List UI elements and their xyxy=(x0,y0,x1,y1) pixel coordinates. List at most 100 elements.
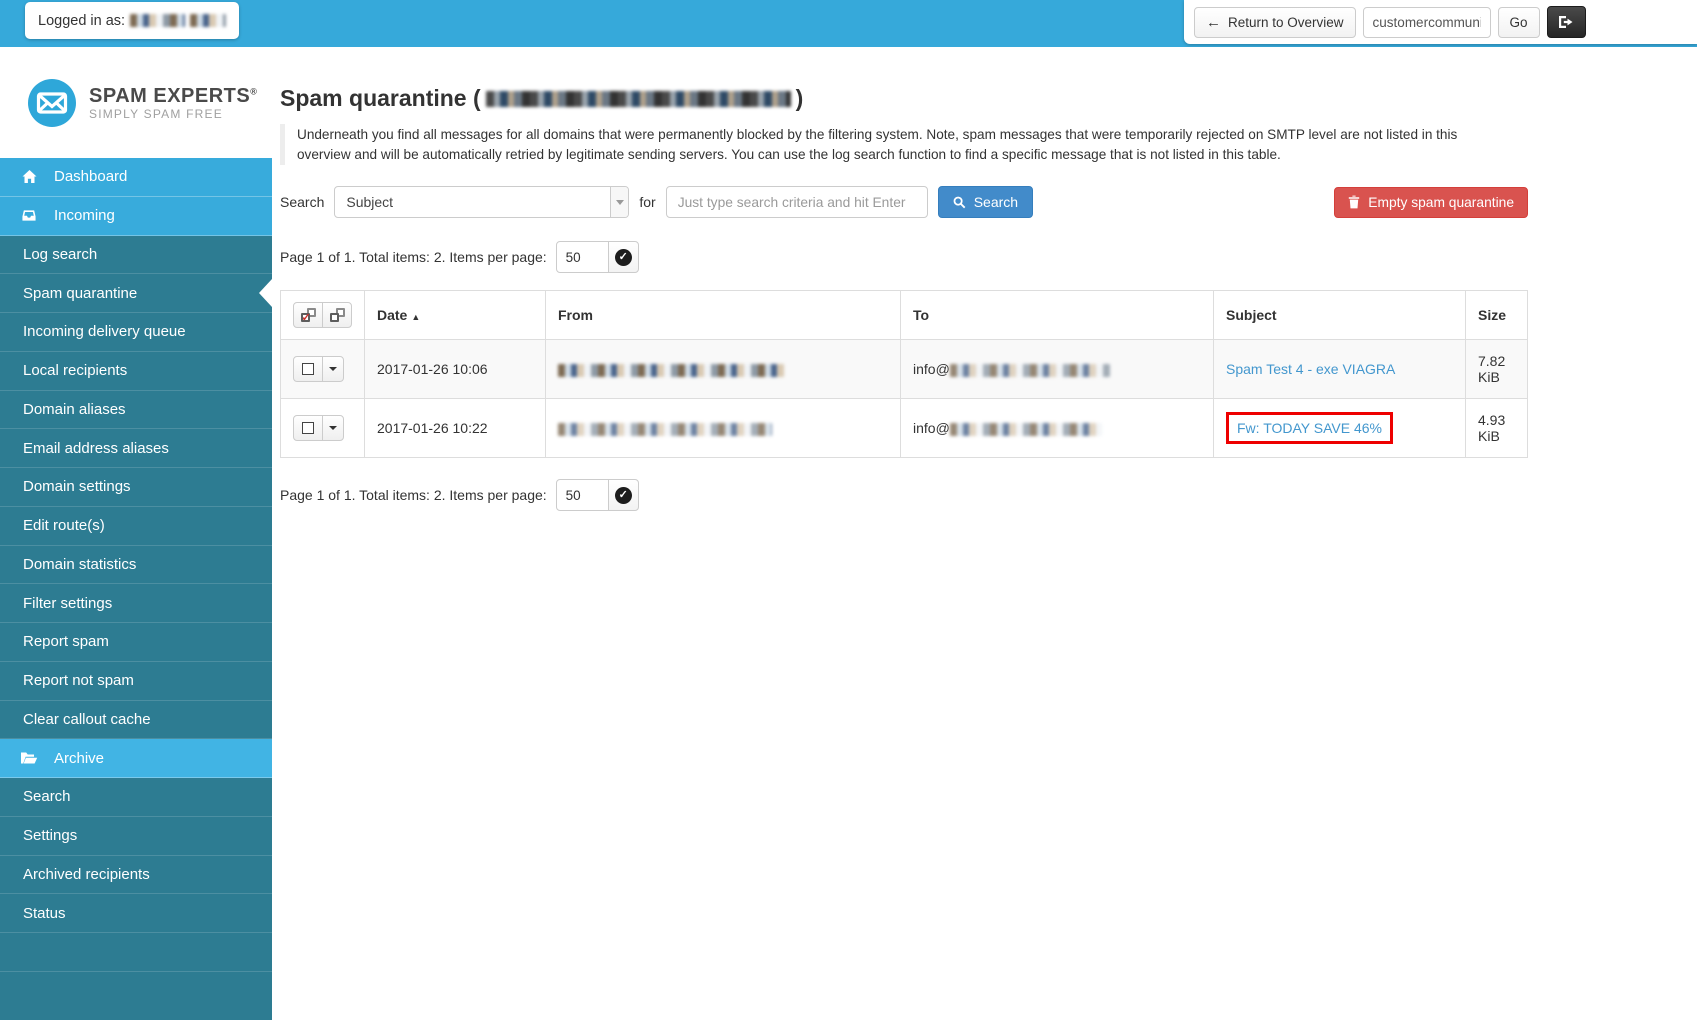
sidebar-item-domain-settings[interactable]: Domain settings xyxy=(0,468,272,507)
deselect-all-button[interactable] xyxy=(322,302,352,329)
subject-cell: Spam Test 4 - exe VIAGRA xyxy=(1213,339,1466,400)
active-item-notch xyxy=(259,279,272,307)
return-to-overview-button[interactable]: ← Return to Overview xyxy=(1194,6,1356,38)
sidebar-item-label: Report not spam xyxy=(23,672,134,690)
sidebar-item-label: Status xyxy=(23,904,66,922)
sidebar-item-label: Dashboard xyxy=(54,168,128,186)
brand-tagline: SIMPLY SPAM FREE xyxy=(89,106,223,121)
sidebar-item-incoming-delivery-queue[interactable]: Incoming delivery queue xyxy=(0,313,272,352)
sidebar-item-archive[interactable]: Archive xyxy=(0,739,272,778)
logout-icon xyxy=(1557,14,1575,30)
column-header-to[interactable]: To xyxy=(900,290,1214,341)
for-label: for xyxy=(639,194,656,211)
search-button[interactable]: Search xyxy=(937,186,1034,219)
chevron-down-icon xyxy=(610,187,629,218)
column-header-subject[interactable]: Subject xyxy=(1213,290,1466,341)
top-bar: Logged in as: ← Return to Overview Go xyxy=(0,0,1697,47)
redacted-to-address xyxy=(949,423,1102,437)
row-actions-dropdown[interactable] xyxy=(322,356,344,383)
search-toolbar: Search Subject for Search Empty spam qua… xyxy=(280,186,1528,219)
brand-name: SPAM EXPERTS® xyxy=(89,84,258,107)
column-header-date[interactable]: Date ▲ xyxy=(364,290,546,341)
column-header-size[interactable]: Size xyxy=(1465,290,1528,341)
select-all-button[interactable]: ✓ xyxy=(293,302,323,329)
per-page-input[interactable] xyxy=(555,241,609,274)
sidebar-item-domain-statistics[interactable]: Domain statistics xyxy=(0,546,272,585)
sidebar-item-label: Filter settings xyxy=(23,594,113,612)
domain-jump-input[interactable] xyxy=(1362,6,1491,38)
sidebar-item-clear-callout-cache[interactable]: Clear callout cache xyxy=(0,701,272,740)
sidebar-item-domain-aliases[interactable]: Domain aliases xyxy=(0,391,272,430)
search-button-label: Search xyxy=(973,194,1019,211)
row-checkbox-button[interactable] xyxy=(293,415,323,442)
sidebar-item-label: Incoming delivery queue xyxy=(23,323,186,341)
folder-open-icon xyxy=(19,751,39,765)
sidebar-item-spam-quarantine[interactable]: Spam quarantine xyxy=(0,274,272,313)
to-cell: info@ xyxy=(900,339,1214,400)
sidebar-item-status[interactable]: Status xyxy=(0,894,272,933)
subject-link[interactable]: Fw: TODAY SAVE 46% xyxy=(1237,420,1382,436)
per-page-input[interactable] xyxy=(555,479,609,512)
sidebar-item-incoming[interactable]: Incoming xyxy=(0,196,272,236)
per-page-apply-button[interactable]: ✓ xyxy=(607,241,639,274)
empty-spam-quarantine-button[interactable]: Empty spam quarantine xyxy=(1334,186,1528,218)
subject-link[interactable]: Spam Test 4 - exe VIAGRA xyxy=(1226,361,1395,377)
to-prefix: info@ xyxy=(913,361,950,378)
sidebar-item-email-address-aliases[interactable]: Email address aliases xyxy=(0,429,272,468)
page-title-text: Spam quarantine ( xyxy=(280,85,481,111)
page-title-close: ) xyxy=(795,85,804,111)
logged-in-box: Logged in as: xyxy=(25,2,240,39)
sidebar-item-label: Archive xyxy=(54,749,105,767)
sidebar-item-archive-settings[interactable]: Settings xyxy=(0,817,272,856)
redacted-domain-name xyxy=(485,90,791,107)
sidebar-item-label: Incoming xyxy=(54,207,115,225)
return-to-overview-label: Return to Overview xyxy=(1228,14,1344,30)
select-column-header: ✓ xyxy=(280,290,365,341)
row-actions-dropdown[interactable] xyxy=(322,415,344,442)
table-row: 2017-01-26 10:06 info@ Spam Test 4 - exe… xyxy=(280,339,1528,400)
sidebar-item-label: Domain statistics xyxy=(23,555,137,573)
sidebar-item-label: Clear callout cache xyxy=(23,710,151,728)
sidebar-item-local-recipients[interactable]: Local recipients xyxy=(0,352,272,391)
arrow-left-icon: ← xyxy=(1206,13,1221,31)
sidebar-filler-row xyxy=(0,933,272,972)
sidebar: SPAM EXPERTS® SIMPLY SPAM FREE Dashboard… xyxy=(0,47,272,1020)
registered-mark: ® xyxy=(250,85,258,96)
sidebar-item-archived-recipients[interactable]: Archived recipients xyxy=(0,856,272,895)
redacted-username-domain xyxy=(190,14,227,27)
sidebar-item-archive-search[interactable]: Search xyxy=(0,778,272,817)
sidebar-item-label: Edit route(s) xyxy=(23,517,105,535)
go-button[interactable]: Go xyxy=(1497,6,1540,38)
sidebar-item-report-not-spam[interactable]: Report not spam xyxy=(0,662,272,701)
table-header-row: ✓ Date ▲ From To Subject Size xyxy=(280,290,1528,341)
deselect-all-icon xyxy=(329,308,345,323)
from-cell xyxy=(545,339,901,400)
caret-down-icon xyxy=(329,426,337,431)
redacted-to-address xyxy=(949,364,1110,378)
sidebar-item-report-spam[interactable]: Report spam xyxy=(0,623,272,662)
search-field-select[interactable]: Subject xyxy=(334,186,630,219)
date-cell: 2017-01-26 10:22 xyxy=(364,398,546,459)
page-title: Spam quarantine ( ) xyxy=(280,85,1528,112)
home-icon xyxy=(19,169,39,185)
size-cell: 4.93 KiB xyxy=(1465,398,1528,459)
select-all-icon: ✓ xyxy=(300,308,316,324)
per-page-apply-button[interactable]: ✓ xyxy=(607,479,639,512)
column-header-from[interactable]: From xyxy=(545,290,901,341)
sidebar-item-dashboard[interactable]: Dashboard xyxy=(0,158,272,197)
red-highlight-box: Fw: TODAY SAVE 46% xyxy=(1226,412,1393,445)
sidebar-item-filter-settings[interactable]: Filter settings xyxy=(0,584,272,623)
sidebar-item-edit-routes[interactable]: Edit route(s) xyxy=(0,507,272,546)
size-cell: 7.82 KiB xyxy=(1465,339,1528,400)
page-description: Underneath you find all messages for all… xyxy=(280,124,1512,166)
sidebar-item-log-search[interactable]: Log search xyxy=(0,236,272,275)
date-cell: 2017-01-26 10:06 xyxy=(364,339,546,400)
search-input[interactable] xyxy=(665,186,928,219)
checkbox-icon xyxy=(302,363,314,376)
row-checkbox-button[interactable] xyxy=(293,356,323,383)
go-button-label: Go xyxy=(1509,14,1528,30)
sidebar-item-label: Settings xyxy=(23,827,78,845)
check-circle-icon: ✓ xyxy=(614,486,632,504)
pagination-summary: Page 1 of 1. Total items: 2. Items per p… xyxy=(280,249,547,266)
logout-button[interactable] xyxy=(1546,6,1586,38)
